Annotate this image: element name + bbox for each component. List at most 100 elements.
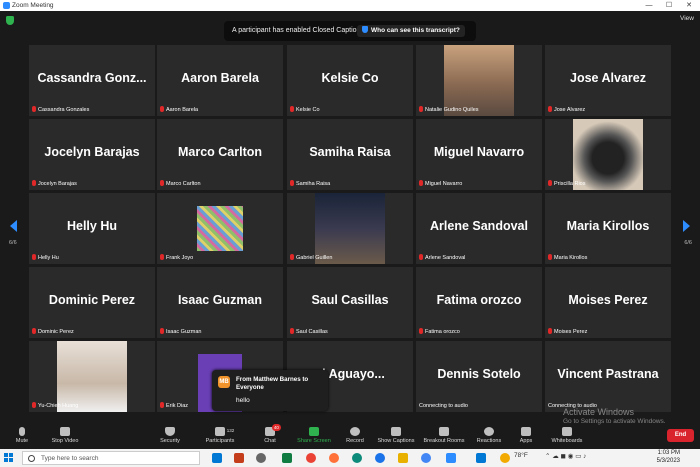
muted-mic-icon xyxy=(32,180,36,186)
zoom-taskbar-icon[interactable] xyxy=(446,453,456,463)
task-view-icon[interactable] xyxy=(256,453,266,463)
participant-name-text: Moises Perez xyxy=(554,329,588,335)
participant-tile[interactable]: Jose Alvarez Jose Alvarez xyxy=(545,45,671,116)
participant-tile[interactable]: Frank Joyo xyxy=(157,193,283,264)
participant-display-name: Moises Perez xyxy=(568,293,648,307)
participant-name-label: Kelsie Co xyxy=(290,106,320,113)
encryption-shield-icon[interactable] xyxy=(6,16,14,25)
next-page-arrow-icon[interactable] xyxy=(683,220,690,232)
smiley-icon xyxy=(484,427,494,436)
security-label: Security xyxy=(160,438,180,444)
participant-name-label: Fatima orozco xyxy=(419,328,460,335)
participant-name-text: Aaron Barela xyxy=(166,107,199,113)
participant-name-text: Frank Joyo xyxy=(166,255,194,261)
participant-name-label: Marco Carlton xyxy=(160,180,201,187)
chrome-icon[interactable] xyxy=(306,453,316,463)
chat-badge: 40 xyxy=(271,424,281,431)
who-can-see-button[interactable]: Who can see this transcript? xyxy=(357,25,465,37)
participant-tile[interactable]: Dennis Sotelo Connecting to audio xyxy=(416,341,542,412)
chat-popup[interactable]: MB From Matthew Barnes to Everyone hello xyxy=(212,370,328,411)
taskbar-search-input[interactable]: Type here to search xyxy=(22,451,200,465)
close-button[interactable]: ✕ xyxy=(680,0,698,11)
participant-tile[interactable]: Yu-Chieh Huang xyxy=(29,341,155,412)
excel-icon[interactable] xyxy=(282,453,292,463)
participant-tile[interactable]: Maria Kirollos Maria Kirollos xyxy=(545,193,671,264)
participant-tile[interactable]: Samiha Raisa Samiha Raisa xyxy=(287,119,413,190)
whiteboards-button[interactable]: Whiteboards xyxy=(548,427,586,444)
participant-tile[interactable]: Fatima orozco Fatima orozco xyxy=(416,267,542,338)
apps-button[interactable]: Apps xyxy=(516,427,536,444)
chrome-2-icon[interactable] xyxy=(421,453,431,463)
participant-tile[interactable]: Dominic Perez Dominic Perez xyxy=(29,267,155,338)
participant-tile[interactable]: Marco Carlton Marco Carlton xyxy=(157,119,283,190)
participant-tile[interactable]: Jocelyn Barajas Jocelyn Barajas xyxy=(29,119,155,190)
participant-name-text: Jose Alvarez xyxy=(554,107,586,113)
record-icon xyxy=(350,427,360,436)
powerpoint-icon[interactable] xyxy=(234,453,244,463)
firefox-icon[interactable] xyxy=(329,453,339,463)
participant-name-label: Samiha Raisa xyxy=(290,180,330,187)
participants-label: Participants xyxy=(205,438,235,444)
participant-display-name: Marco Carlton xyxy=(177,145,263,159)
muted-mic-icon xyxy=(290,180,294,186)
participant-tile[interactable]: Cassandra Gonz... Cassandra Gonzales xyxy=(29,45,155,116)
participant-display-name: Jose Alvarez xyxy=(570,71,646,85)
share-screen-icon xyxy=(309,427,319,436)
participant-name-label: Aaron Barela xyxy=(160,106,198,113)
edge-icon[interactable] xyxy=(352,453,362,463)
participant-display-name: Samiha Raisa xyxy=(309,145,391,159)
maximize-button[interactable]: ☐ xyxy=(660,0,678,11)
participant-name-text: Marco Carlton xyxy=(166,181,201,187)
participant-tile[interactable]: Moises Perez Moises Perez xyxy=(545,267,671,338)
file-explorer-icon[interactable] xyxy=(398,453,408,463)
muted-mic-icon xyxy=(548,180,552,186)
security-button[interactable]: Security xyxy=(155,427,185,444)
participant-tile[interactable]: Vincent Pastrana Connecting to audio xyxy=(545,341,671,412)
participants-button[interactable]: Participants 132 xyxy=(200,427,240,444)
participant-name-text: Saul Casillas xyxy=(296,329,328,335)
record-button[interactable]: Record xyxy=(343,427,367,444)
participant-tile[interactable]: Saul Casillas Saul Casillas xyxy=(287,267,413,338)
tray-icons[interactable]: ⌃ ☁ ◼ ◉ ▭ ♪ xyxy=(545,452,586,460)
show-captions-button[interactable]: Show Captions xyxy=(375,427,417,444)
chat-button[interactable]: Chat 40 xyxy=(258,424,282,444)
participants-count: 132 xyxy=(226,428,235,433)
participant-tile[interactable]: Arlene Sandoval Arlene Sandoval xyxy=(416,193,542,264)
participant-name-label: Jose Alvarez xyxy=(548,106,585,113)
muted-mic-icon xyxy=(160,180,164,186)
participant-display-name: Vincent Pastrana xyxy=(557,367,659,381)
participant-tile[interactable]: Kelsie Co Kelsie Co xyxy=(287,45,413,116)
participant-display-name: Saul Casillas xyxy=(311,293,389,307)
participant-name-text: Connecting to audio xyxy=(419,403,468,409)
caption-banner: A participant has enabled Closed Caption… xyxy=(224,21,476,41)
apps-icon xyxy=(521,427,531,436)
breakout-rooms-button[interactable]: Breakout Rooms xyxy=(421,427,467,444)
participant-tile[interactable]: Miguel Navarro Miguel Navarro xyxy=(416,119,542,190)
participant-tile[interactable]: Priscilla Rios xyxy=(545,119,671,190)
participant-tile[interactable]: Aaron Barela Aaron Barela xyxy=(157,45,283,116)
participant-tile[interactable]: Gabriel Guillen xyxy=(287,193,413,264)
minimize-button[interactable]: — xyxy=(640,0,658,11)
previous-page-arrow-icon[interactable] xyxy=(10,220,17,232)
stop-video-button[interactable]: Stop Video xyxy=(45,427,85,444)
share-screen-button[interactable]: Share Screen xyxy=(295,427,333,444)
muted-mic-icon xyxy=(419,106,423,112)
taskbar-clock[interactable]: 1:03 PM 5/3/2023 xyxy=(645,450,680,465)
mute-label: Mute xyxy=(15,438,29,444)
ie-icon[interactable] xyxy=(375,453,385,463)
reactions-button[interactable]: Reactions xyxy=(474,427,504,444)
participant-tile[interactable]: Natalie Gudino Quiles xyxy=(416,45,542,116)
outlook-icon[interactable] xyxy=(212,453,222,463)
muted-mic-icon xyxy=(419,254,423,260)
participant-name-label: Priscilla Rios xyxy=(548,180,585,187)
mute-button[interactable]: Mute xyxy=(12,427,32,444)
word-icon[interactable] xyxy=(476,453,486,463)
participant-name-text: Gabriel Guillen xyxy=(296,255,333,261)
participant-tile[interactable]: Isaac Guzman Isaac Guzman xyxy=(157,267,283,338)
participant-display-name: Miguel Navarro xyxy=(433,145,525,159)
end-meeting-button[interactable]: End xyxy=(667,429,694,442)
windows-start-icon[interactable] xyxy=(4,453,14,463)
view-button[interactable]: View xyxy=(680,15,694,22)
participant-tile[interactable]: Helly Hu Helly Hu xyxy=(29,193,155,264)
participant-name-label: Cassandra Gonzales xyxy=(32,106,89,113)
